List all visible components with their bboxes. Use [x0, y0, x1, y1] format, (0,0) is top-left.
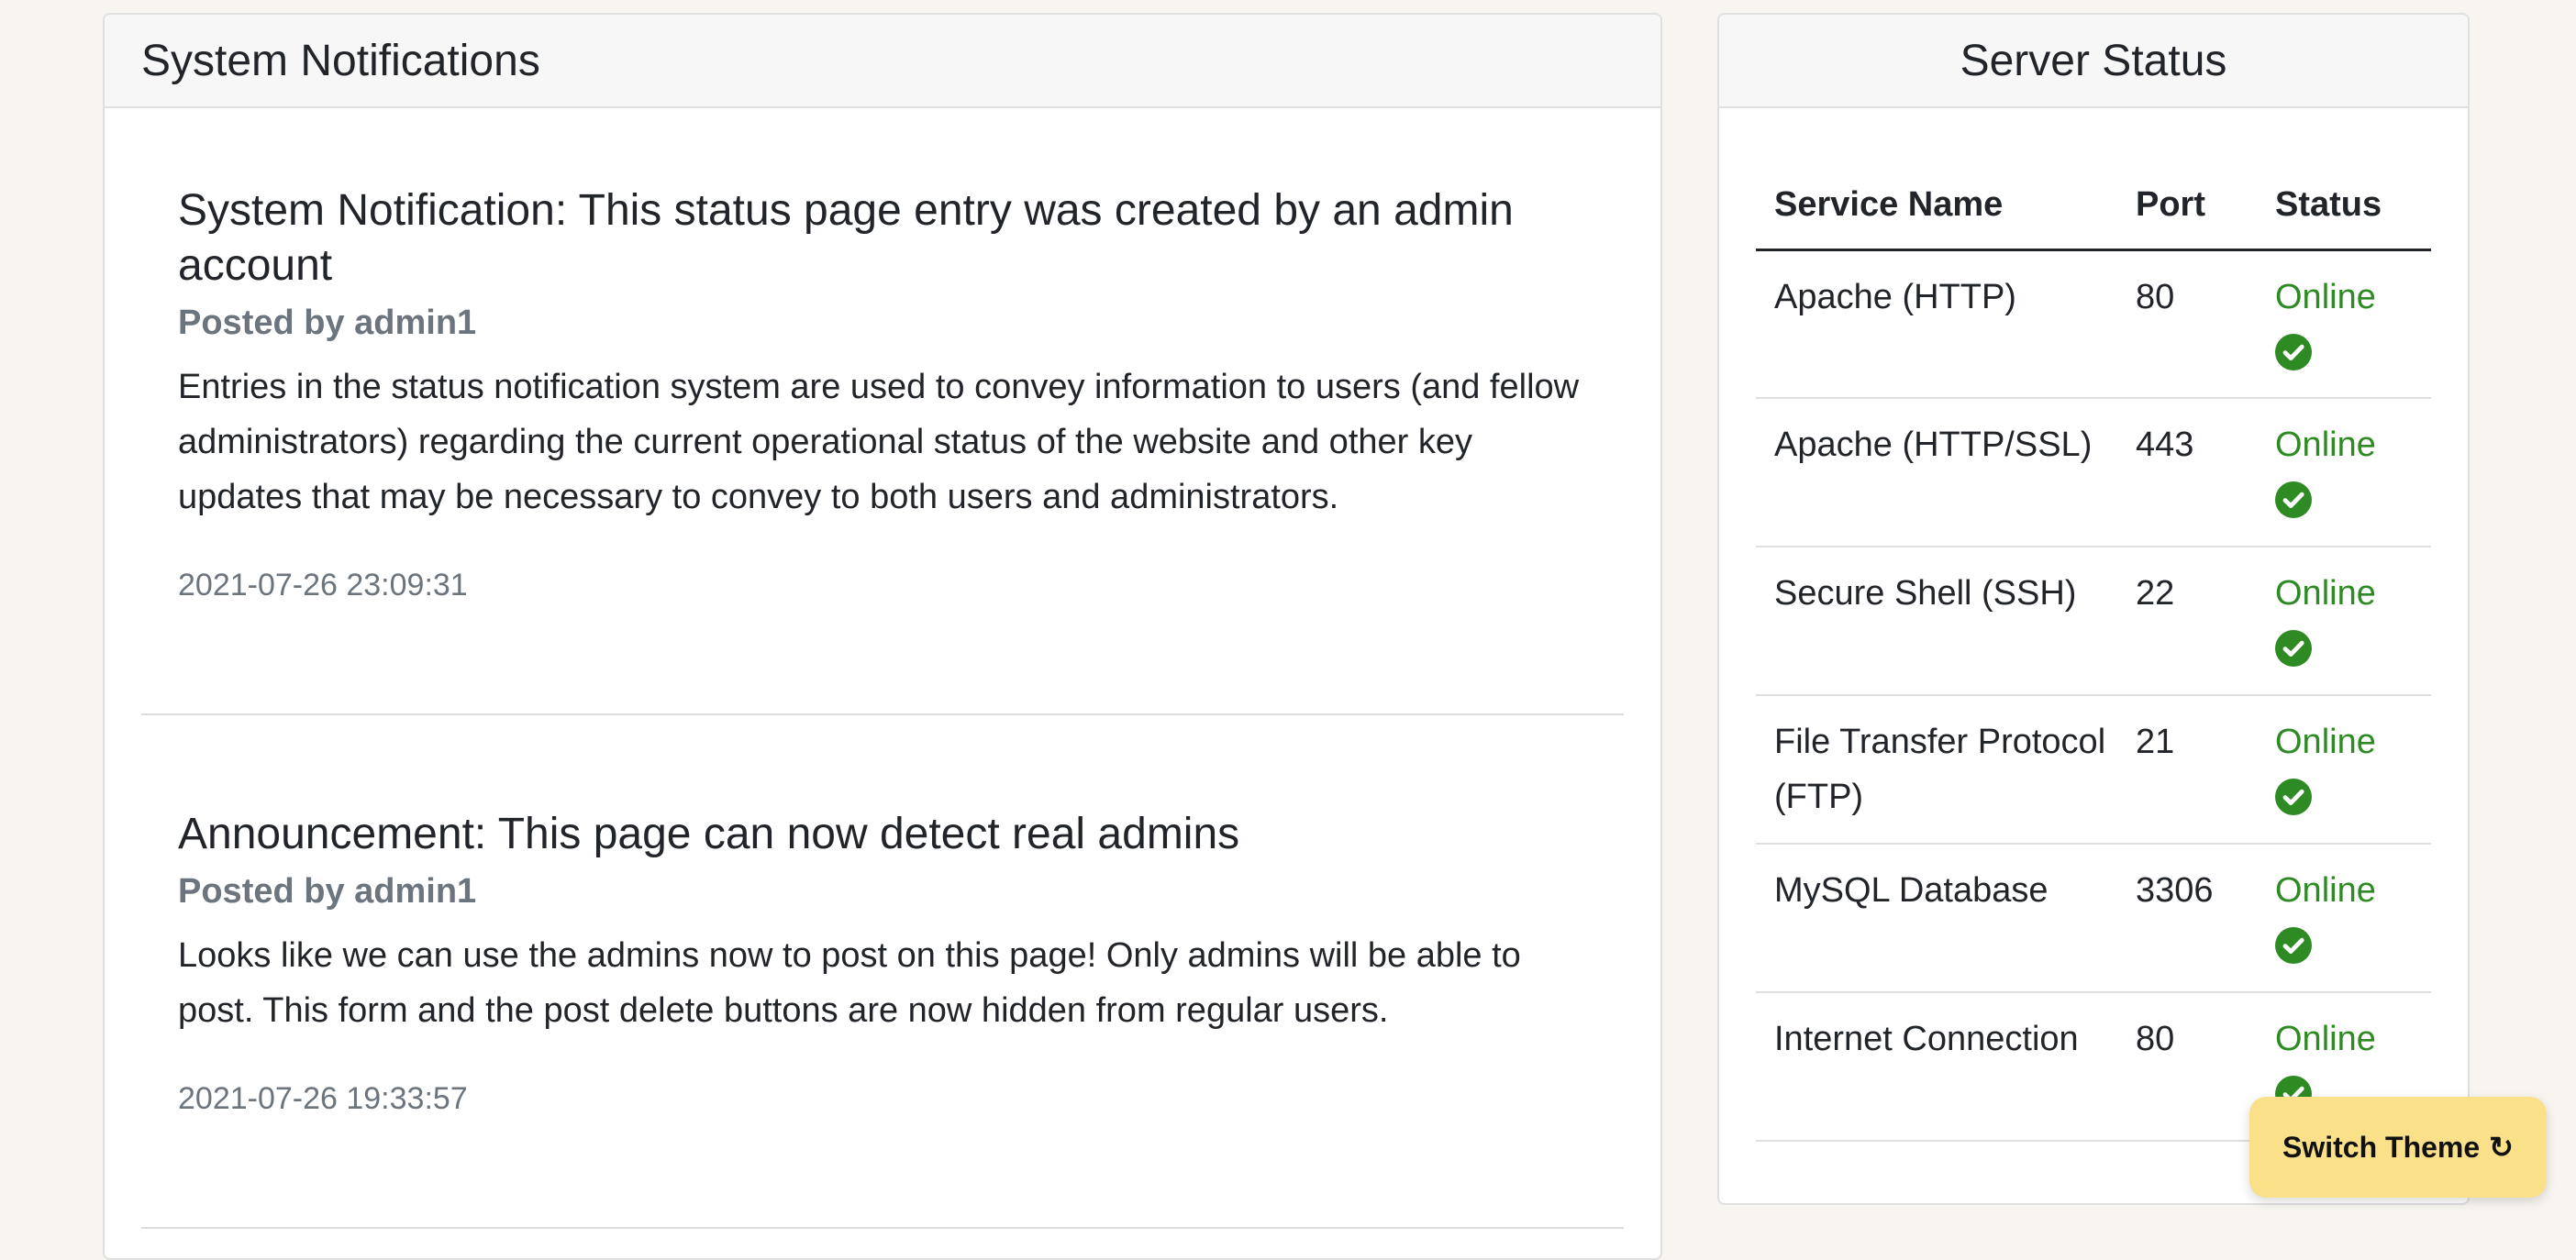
column-header-service: Service Name — [1756, 161, 2136, 251]
refresh-icon: ↻ — [2489, 1131, 2514, 1164]
notifications-header: System Notifications — [105, 15, 1660, 108]
table-row: Secure Shell (SSH) 22 Online — [1756, 547, 2431, 696]
notification-author: Posted by admin1 — [178, 304, 477, 342]
notification-body: Entries in the status notification syste… — [178, 368, 1580, 516]
server-status-card: Server Status Service Name Port Status A… — [1717, 13, 2470, 1205]
service-name: File Transfer Protocol (FTP) — [1756, 695, 2136, 845]
switch-theme-button[interactable]: Switch Theme ↻ — [2249, 1097, 2547, 1198]
service-port: 443 — [2136, 398, 2260, 547]
server-status-header: Server Status — [1719, 15, 2468, 108]
check-circle-icon — [2275, 779, 2312, 815]
column-header-status: Status — [2260, 161, 2431, 251]
table-row: Apache (HTTP/SSL) 443 Online — [1756, 398, 2431, 547]
service-name: MySQL Database — [1756, 844, 2136, 993]
system-notifications-card: System Notifications System Notification… — [103, 13, 1662, 1260]
service-port: 21 — [2136, 695, 2260, 845]
notification-date: 2021-07-26 23:09:31 — [178, 568, 468, 602]
service-status: Online — [2260, 249, 2431, 399]
service-name: Secure Shell (SSH) — [1756, 547, 2136, 696]
service-port: 3306 — [2136, 844, 2260, 993]
service-name: Internet Connection — [1756, 992, 2136, 1142]
status-text: Online — [2275, 426, 2376, 464]
service-status: Online — [2260, 844, 2431, 993]
server-status-table: Service Name Port Status Apache (HTTP) 8… — [1756, 161, 2431, 1142]
table-row: Apache (HTTP) 80 Online — [1756, 249, 2431, 399]
table-row: MySQL Database 3306 Online — [1756, 844, 2431, 993]
table-header-row: Service Name Port Status — [1756, 161, 2431, 251]
service-port: 22 — [2136, 547, 2260, 696]
column-header-port: Port — [2136, 161, 2260, 251]
check-circle-icon — [2275, 927, 2312, 964]
notification-title: Announcement: This page can now detect r… — [178, 810, 1240, 858]
status-text: Online — [2275, 574, 2376, 613]
check-circle-icon — [2275, 630, 2312, 667]
status-text: Online — [2275, 277, 2376, 316]
service-name: Apache (HTTP/SSL) — [1756, 398, 2136, 547]
check-circle-icon — [2275, 333, 2312, 370]
notification-entry: System Notification: This status page en… — [178, 183, 1591, 605]
service-status: Online — [2260, 398, 2431, 547]
entry-divider — [141, 713, 1624, 715]
check-circle-icon — [2275, 481, 2312, 518]
service-status: Online — [2260, 547, 2431, 696]
notification-title: System Notification: This status page en… — [178, 186, 1514, 290]
status-text: Online — [2275, 723, 2376, 761]
entry-divider — [141, 1227, 1624, 1229]
notification-author: Posted by admin1 — [178, 872, 477, 911]
status-text: Online — [2275, 1020, 2376, 1058]
service-status: Online — [2260, 695, 2431, 845]
table-row: File Transfer Protocol (FTP) 21 Online — [1756, 695, 2431, 845]
notification-date: 2021-07-26 19:33:57 — [178, 1081, 468, 1116]
status-text: Online — [2275, 871, 2376, 910]
notification-entry: Announcement: This page can now detect r… — [178, 807, 1591, 1119]
switch-theme-label: Switch Theme — [2282, 1130, 2481, 1164]
service-name: Apache (HTTP) — [1756, 249, 2136, 399]
notification-body: Looks like we can use the admins now to … — [178, 936, 1521, 1030]
service-port: 80 — [2136, 992, 2260, 1142]
service-port: 80 — [2136, 249, 2260, 399]
